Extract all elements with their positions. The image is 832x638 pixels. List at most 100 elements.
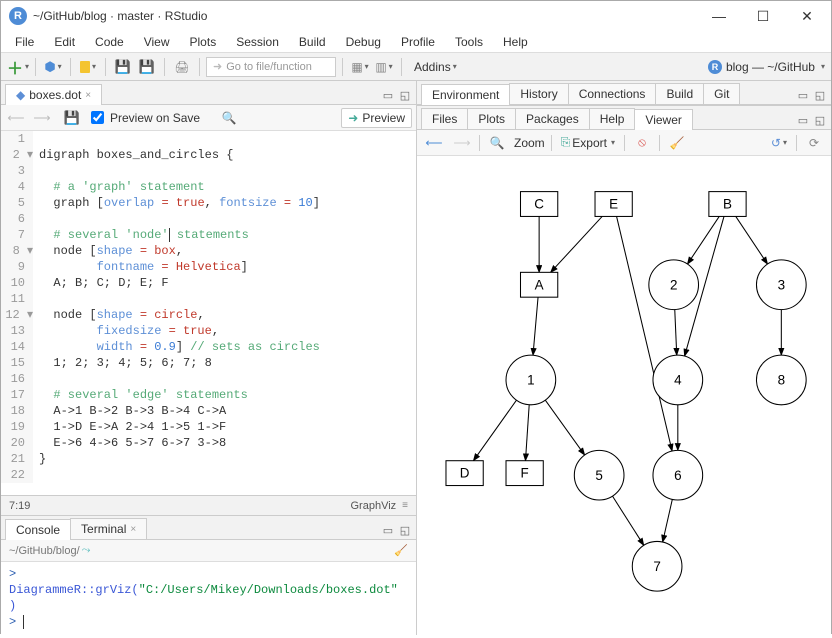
code-line: 14 width = 0.9] // sets as circles — [1, 339, 416, 355]
menu-session[interactable]: Session — [226, 33, 289, 51]
zoom-label[interactable]: Zoom — [514, 136, 545, 150]
graph-edge-E-6 — [617, 216, 673, 451]
save-file-button[interactable]: 💾 — [61, 107, 83, 129]
project-dropdown[interactable]: R blog — ~/GitHub ▾ — [708, 60, 825, 74]
menu-build[interactable]: Build — [289, 33, 336, 51]
tab-connections[interactable]: Connections — [568, 83, 657, 104]
menu-view[interactable]: View — [134, 33, 180, 51]
svg-text:3: 3 — [778, 277, 785, 292]
viewer-tabs: FilesPlotsPackagesHelpViewer ▭ ◱ — [417, 106, 831, 130]
menu-tools[interactable]: Tools — [445, 33, 493, 51]
zoom-icon[interactable]: 🔍 — [486, 132, 508, 154]
pane-maximize-icon[interactable]: ◱ — [398, 524, 412, 536]
graph-edge-1-D — [473, 400, 516, 460]
pane-minimize-icon[interactable]: ▭ — [381, 524, 395, 536]
graph-edge-1-F — [525, 405, 529, 461]
new-file-button[interactable]: ＋▾ — [7, 56, 29, 78]
code-line: 3 — [1, 163, 416, 179]
menu-debug[interactable]: Debug — [336, 33, 391, 51]
tab-label: boxes.dot — [29, 88, 81, 102]
code-line: 21} — [1, 451, 416, 467]
save-all-button[interactable]: 💾 — [136, 56, 158, 78]
refresh-button[interactable]: ⟳ — [803, 132, 825, 154]
preview-button[interactable]: ➜ Preview — [341, 108, 412, 128]
print-button[interactable]: 🖨 — [171, 56, 193, 78]
main-toolbar: ＋▾ ⬢▾ ▾ 💾 💾 🖨 ➜ Go to file/function ▦▾ ▥… — [1, 53, 831, 81]
grid-button[interactable]: ▦▾ — [349, 56, 371, 78]
code-line: 7 # several 'node' statements — [1, 227, 416, 243]
tab-boxes-dot[interactable]: ◆ boxes.dot × — [5, 84, 102, 105]
open-file-button[interactable]: ▾ — [77, 56, 99, 78]
svg-text:7: 7 — [653, 559, 660, 574]
export-dropdown[interactable]: ⎘ Export ▾ — [558, 135, 618, 150]
find-button[interactable]: 🔍 — [218, 107, 240, 129]
svg-text:A: A — [535, 277, 544, 292]
clear-all-button[interactable]: 🧹 — [666, 132, 688, 154]
tab-viewer[interactable]: Viewer — [634, 109, 692, 130]
forward-button[interactable]: ⟶ — [31, 107, 53, 129]
maximize-button[interactable]: ☐ — [741, 2, 785, 30]
minimize-button[interactable]: — — [697, 2, 741, 30]
pane-minimize-icon[interactable]: ▭ — [796, 89, 810, 101]
code-editor[interactable]: 12 ▾digraph boxes_and_circles {34 # a 'g… — [1, 131, 416, 495]
svg-text:E: E — [609, 197, 618, 212]
sync-dropdown[interactable]: ↺▾ — [768, 136, 790, 150]
code-line: 20 E->6 4->6 5->7 6->7 3->8 — [1, 435, 416, 451]
app-icon: R — [9, 7, 27, 25]
tab-build[interactable]: Build — [655, 83, 704, 104]
menu-help[interactable]: Help — [493, 33, 538, 51]
code-line: 18 A->1 B->2 B->3 B->4 C->A — [1, 403, 416, 419]
pane-maximize-icon[interactable]: ◱ — [813, 89, 827, 101]
graph-edge-E-A — [551, 216, 603, 272]
menubar: FileEditCodeViewPlotsSessionBuildDebugPr… — [1, 31, 831, 53]
menu-profile[interactable]: Profile — [391, 33, 445, 51]
new-project-button[interactable]: ⬢▾ — [42, 56, 64, 78]
preview-on-save-checkbox[interactable] — [91, 111, 104, 124]
menu-code[interactable]: Code — [85, 33, 134, 51]
tab-environment[interactable]: Environment — [421, 84, 510, 105]
grid2-button[interactable]: ▥▾ — [373, 56, 395, 78]
tab-terminal[interactable]: Terminal× — [70, 518, 147, 539]
svg-text:5: 5 — [595, 468, 602, 483]
tab-help[interactable]: Help — [589, 108, 636, 129]
pane-minimize-icon[interactable]: ▭ — [381, 89, 395, 101]
code-line: 22 — [1, 467, 416, 483]
tab-history[interactable]: History — [509, 83, 568, 104]
language-mode[interactable]: GraphViz — [351, 500, 397, 512]
addins-dropdown[interactable]: Addins ▾ — [408, 60, 463, 74]
file-icon: ◆ — [16, 88, 25, 102]
export-label: Export — [572, 136, 607, 150]
save-button[interactable]: 💾 — [112, 56, 134, 78]
goto-input[interactable]: ➜ Go to file/function — [206, 57, 336, 77]
viewer-pane: FilesPlotsPackagesHelpViewer ▭ ◱ ⟵ ⟶ 🔍 Z… — [417, 106, 831, 635]
code-line: 12 ▾ node [shape = circle, — [1, 307, 416, 323]
console-output[interactable]: > DiagrammeR::grViz("C:/Users/Mikey/Down… — [1, 562, 416, 634]
code-line: 2 ▾digraph boxes_and_circles { — [1, 147, 416, 163]
menu-edit[interactable]: Edit — [44, 33, 85, 51]
tab-files[interactable]: Files — [421, 108, 468, 129]
menu-plots[interactable]: Plots — [180, 33, 227, 51]
pane-maximize-icon[interactable]: ◱ — [813, 114, 827, 126]
tab-close-icon[interactable]: × — [85, 90, 91, 101]
lang-caret-icon: ≡ — [402, 500, 408, 511]
addins-label: Addins — [414, 60, 451, 74]
tab-packages[interactable]: Packages — [515, 108, 590, 129]
back-button[interactable]: ⟵ — [5, 107, 27, 129]
viewer-back-button[interactable]: ⟵ — [423, 132, 445, 154]
tab-console[interactable]: Console — [5, 519, 71, 540]
remove-button[interactable]: ⦸ — [631, 132, 653, 154]
preview-button-label: Preview — [362, 111, 405, 125]
close-button[interactable]: ✕ — [785, 2, 829, 30]
svg-text:6: 6 — [674, 468, 681, 483]
tab-git[interactable]: Git — [703, 83, 740, 104]
clear-console-icon[interactable]: 🧹 — [394, 544, 408, 557]
viewer-forward-button[interactable]: ⟶ — [451, 132, 473, 154]
pane-maximize-icon[interactable]: ◱ — [398, 89, 412, 101]
preview-arrow-icon: ➜ — [348, 111, 358, 125]
menu-file[interactable]: File — [5, 33, 44, 51]
svg-text:D: D — [460, 466, 470, 481]
code-line: 19 1->D E->A 2->4 1->5 1->F — [1, 419, 416, 435]
code-line: 9 fontname = Helvetica] — [1, 259, 416, 275]
pane-minimize-icon[interactable]: ▭ — [796, 114, 810, 126]
tab-plots[interactable]: Plots — [467, 108, 516, 129]
